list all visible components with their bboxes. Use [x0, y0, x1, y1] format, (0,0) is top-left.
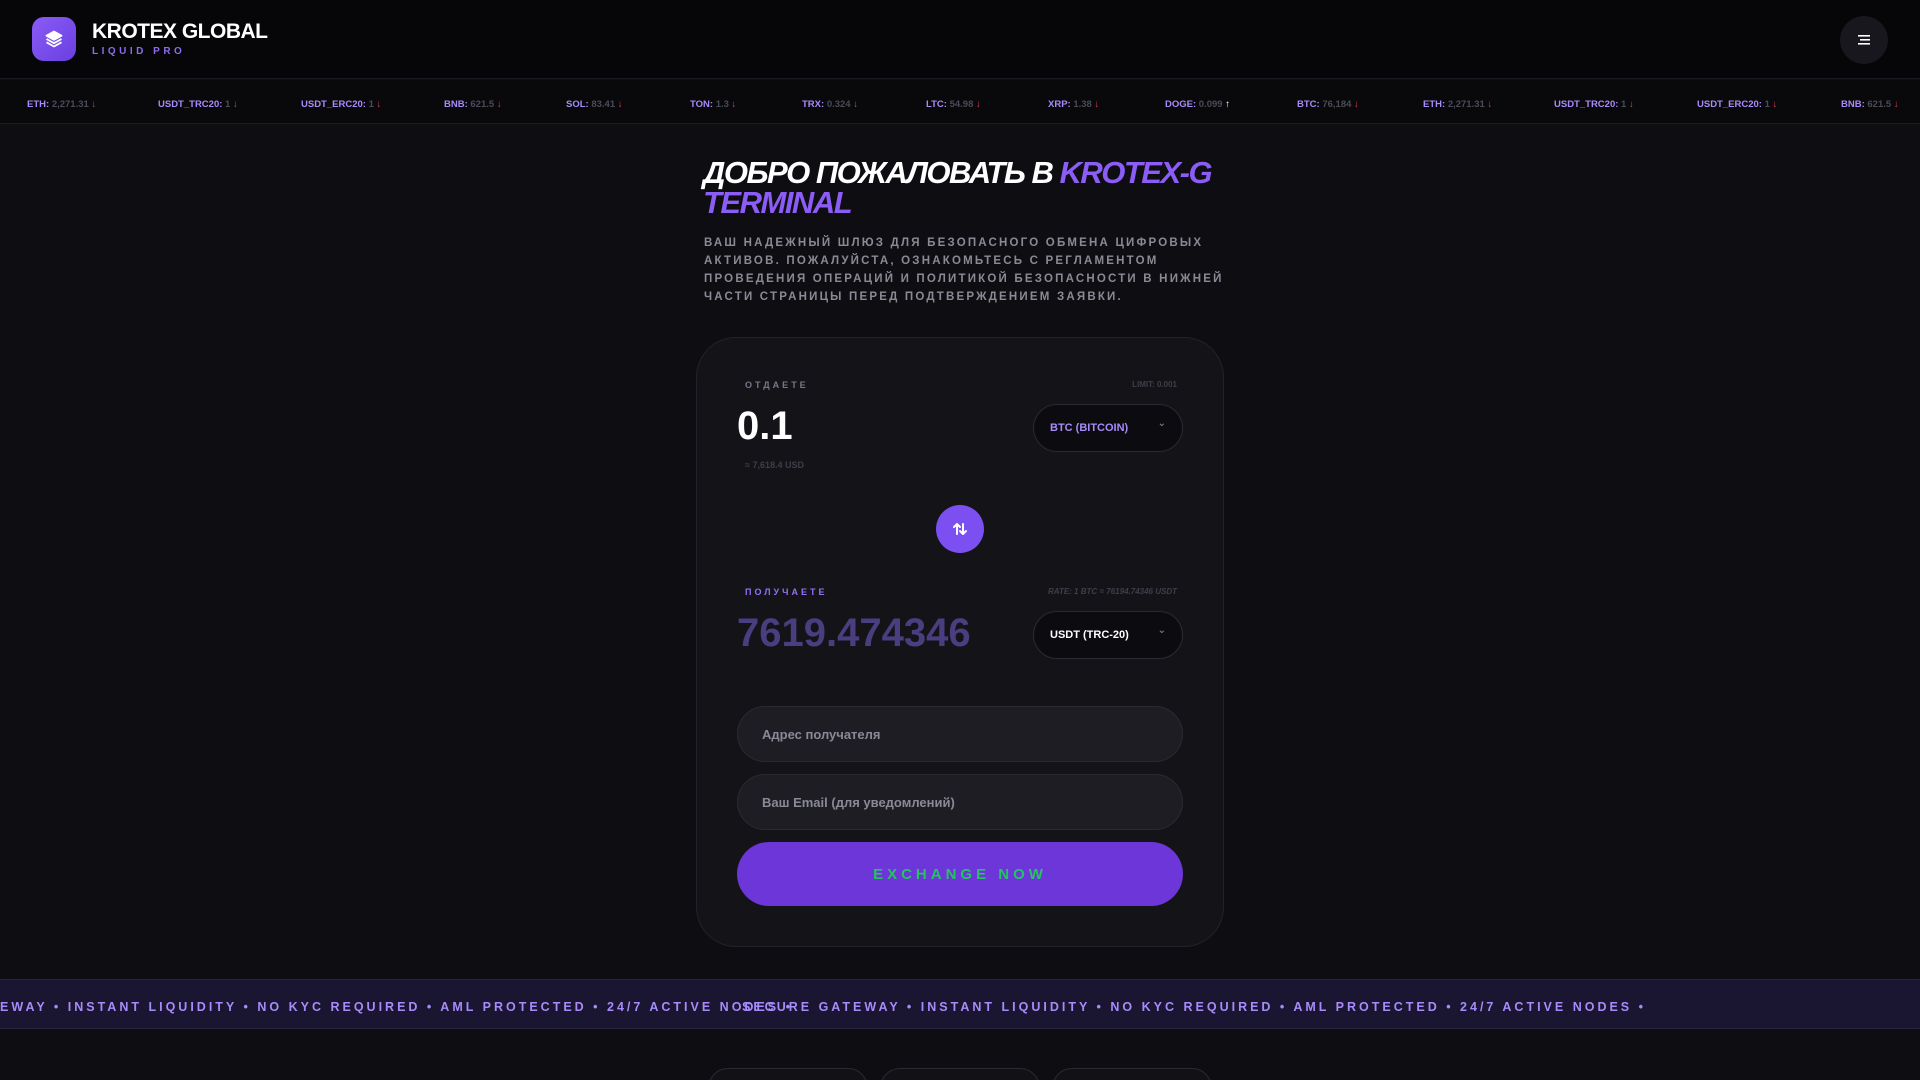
- exchange-card: ОТДАЕТЕ LIMIT: 0.001 0.1 ≈ 7,618.4 USD B…: [696, 337, 1224, 947]
- give-label: ОТДАЕТЕ: [745, 380, 809, 390]
- marquee-text: EWAY • INSTANT LIQUIDITY • NO KYC REQUIR…: [0, 1000, 793, 1014]
- chevron-down-icon: ⌄: [1157, 418, 1166, 429]
- arrow-down-icon: ↓: [976, 99, 981, 110]
- features-marquee: EWAY • INSTANT LIQUIDITY • NO KYC REQUIR…: [0, 979, 1920, 1029]
- ticker-item: BNB: 621.5 ↓: [444, 99, 502, 110]
- marquee-text: SECURE GATEWAY • INSTANT LIQUIDITY • NO …: [742, 1000, 1646, 1014]
- ticker-item: USDT_TRC20: 1 ↓: [1554, 99, 1634, 110]
- ticker-item: LTC: 54.98 ↓: [926, 99, 981, 110]
- ticker-item: USDT_ERC20: 1 ↓: [1697, 99, 1778, 110]
- give-currency-select[interactable]: BTC (BITCOIN) ⌄: [1033, 404, 1183, 452]
- ticker-item: USDT_ERC20: 1 ↓: [301, 99, 382, 110]
- rate-text: RATE: 1 BTC = 76194.74346 USDT: [1047, 587, 1177, 596]
- arrow-down-icon: ↓: [731, 99, 737, 110]
- limit-text: LIMIT: 0.001: [1132, 380, 1177, 389]
- footer-tab[interactable]: [880, 1068, 1040, 1080]
- give-usd-value: ≈ 7,618.4 USD: [745, 460, 804, 470]
- ticker-item: ETH: 2,271.31 ↓: [27, 99, 97, 110]
- ticker-item: DOGE: 0.099 ↑: [1165, 99, 1230, 110]
- ticker-item: TON: 1.3 ↓: [690, 99, 737, 110]
- arrow-down-icon: ↓: [1893, 99, 1899, 110]
- menu-icon: [1858, 35, 1870, 45]
- layers-icon[interactable]: [32, 17, 76, 61]
- exchange-now-button[interactable]: EXCHANGE NOW: [737, 842, 1183, 906]
- arrow-down-icon: ↓: [617, 99, 623, 110]
- menu-button[interactable]: [1840, 16, 1888, 64]
- recipient-address-input[interactable]: [737, 706, 1183, 762]
- receive-label: ПОЛУЧАЕТЕ: [745, 587, 828, 597]
- arrow-down-icon: ↓: [853, 99, 858, 110]
- page-title: ДОБРО ПОЖАЛОВАТЬ В KROTEX-G TERMINAL: [703, 155, 1213, 220]
- ticker-item: TRX: 0.324 ↓: [802, 99, 858, 110]
- top-header: KROTEX GLOBAL LIQUID PRO: [0, 0, 1920, 79]
- receive-amount: 7619.474346: [737, 611, 971, 655]
- give-amount-input[interactable]: 0.1: [737, 404, 793, 449]
- price-ticker: ETH: 2,271.31 ↓ USDT_TRC20: 1 ↓ USDT_ERC20…: [0, 80, 1920, 124]
- arrow-down-icon: ↓: [496, 99, 502, 110]
- ticker-item: USDT_TRC20: 1 ↓: [158, 99, 238, 110]
- footer-tab[interactable]: [708, 1068, 868, 1080]
- arrow-down-icon: ↓: [376, 99, 382, 110]
- ticker-item: SOL: 83.41 ↓: [566, 99, 623, 110]
- footer-tab[interactable]: [1052, 1068, 1212, 1080]
- arrow-up-icon: ↑: [1225, 99, 1230, 110]
- page-description: ВАШ НАДЕЖНЫЙ ШЛЮЗ ДЛЯ БЕЗОПАСНОГО ОБМЕНА…: [704, 237, 1224, 303]
- arrow-down-icon: ↓: [1094, 99, 1100, 110]
- ticker-item: BNB: 621.5 ↓: [1841, 99, 1899, 110]
- swap-button[interactable]: [936, 505, 984, 553]
- receive-currency-select[interactable]: USDT (TRC-20) ⌄: [1033, 611, 1183, 659]
- ticker-item: XRP: 1.38 ↓: [1048, 99, 1100, 110]
- arrow-down-icon: ↓: [1772, 99, 1778, 110]
- arrow-down-icon: ↓: [1354, 99, 1359, 110]
- ticker-item: ETH: 2,271.31 ↓: [1423, 99, 1493, 110]
- email-input[interactable]: [737, 774, 1183, 830]
- chevron-down-icon: ⌄: [1157, 625, 1166, 636]
- swap-arrows-icon: [953, 523, 967, 535]
- arrow-down-icon: ↓: [91, 99, 97, 110]
- arrow-down-icon: ↓: [1628, 99, 1634, 110]
- brand-title[interactable]: KROTEX GLOBAL: [92, 20, 268, 44]
- brand-subtitle: LIQUID PRO: [92, 46, 186, 57]
- ticker-item: BTC: 76,184 ↓: [1297, 99, 1359, 110]
- arrow-down-icon: ↓: [1487, 99, 1493, 110]
- arrow-down-icon: ↓: [232, 99, 238, 110]
